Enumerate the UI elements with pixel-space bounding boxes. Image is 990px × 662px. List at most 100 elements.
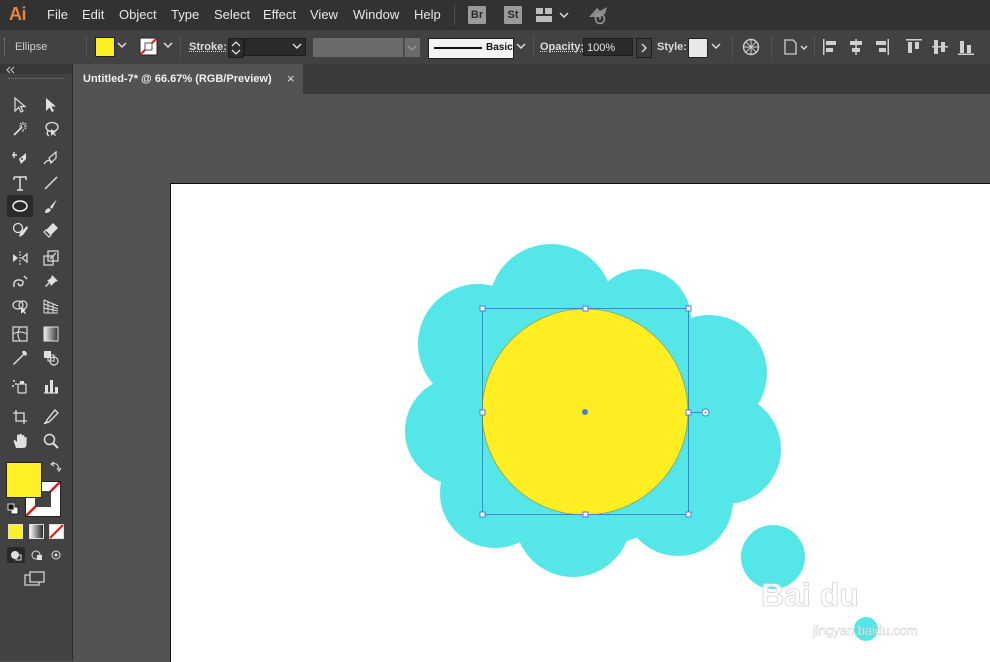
shaper-tool[interactable] <box>7 219 33 241</box>
ellipse-tool[interactable] <box>7 195 33 217</box>
pen-tool[interactable] <box>7 147 33 169</box>
style-dropdown[interactable] <box>709 37 723 57</box>
slice-tool[interactable] <box>38 406 64 428</box>
stroke-label[interactable]: Stroke: <box>189 41 227 53</box>
bridge-button[interactable]: Br <box>468 6 486 24</box>
gpu-performance-icon[interactable] <box>587 5 609 28</box>
brush-stroke-preview <box>434 47 482 49</box>
handle-bottom-center[interactable] <box>583 512 588 517</box>
gradient-mode-button[interactable] <box>29 524 44 542</box>
swap-fill-stroke-icon[interactable] <box>50 460 62 475</box>
zoom-tool[interactable] <box>38 430 64 452</box>
blend-tool[interactable] <box>38 347 64 369</box>
pie-widget-dot <box>705 412 707 414</box>
opacity-field[interactable]: 100% <box>583 38 633 56</box>
shape-builder-tool[interactable] <box>7 295 33 317</box>
watermark-text: Bai du <box>761 577 859 613</box>
handle-middle-right[interactable] <box>686 410 691 415</box>
column-graph-tool[interactable] <box>38 375 64 397</box>
draw-inside-button[interactable] <box>48 547 66 566</box>
illustrator-logo: Ai <box>9 4 26 25</box>
stroke-weight-stepper[interactable] <box>228 38 244 58</box>
brush-name: Basic <box>486 42 513 53</box>
menu-effect[interactable]: Effect <box>263 7 296 22</box>
document-tab[interactable]: Untitled-7* @ 66.67% (RGB/Preview) × <box>73 64 303 94</box>
handle-top-left[interactable] <box>480 306 485 311</box>
magic-wand-tool[interactable] <box>7 118 33 140</box>
align-top-icon[interactable] <box>905 38 923 59</box>
draw-normal-button[interactable] <box>7 547 25 563</box>
menu-help[interactable]: Help <box>414 7 441 22</box>
default-fill-stroke-icon[interactable] <box>7 503 19 518</box>
align-left-icon[interactable] <box>822 38 838 59</box>
hand-tool[interactable] <box>7 430 33 452</box>
draw-behind-button[interactable] <box>28 547 46 566</box>
stroke-weight-dropdown[interactable] <box>290 37 304 57</box>
handle-top-right[interactable] <box>686 306 691 311</box>
tools-panel-header[interactable] <box>0 64 72 74</box>
menu-select[interactable]: Select <box>214 7 250 22</box>
align-vertical-center-icon[interactable] <box>931 38 949 59</box>
eyedropper-tool[interactable] <box>7 347 33 369</box>
divider <box>533 36 534 58</box>
mesh-tool[interactable] <box>7 323 33 345</box>
selection-type-label: Ellipse <box>15 41 47 53</box>
eraser-tool[interactable] <box>38 219 64 241</box>
panel-grip[interactable] <box>4 38 8 56</box>
close-tab-icon[interactable]: × <box>287 71 295 86</box>
brush-dropdown[interactable] <box>514 37 528 57</box>
artboard[interactable]: Bai du jingyan.baidu.com <box>170 183 990 662</box>
opacity-label[interactable]: Opacity: <box>540 41 584 53</box>
center-point <box>582 409 588 415</box>
menu-object[interactable]: Object <box>119 7 157 22</box>
puppet-warp-tool[interactable] <box>38 271 64 293</box>
gradient-tool[interactable] <box>38 323 64 345</box>
perspective-grid-tool[interactable] <box>38 295 64 317</box>
profile-dropdown[interactable] <box>404 38 420 57</box>
style-label: Style: <box>657 41 687 53</box>
fill-color-swatch[interactable] <box>95 37 115 57</box>
menu-view[interactable]: View <box>310 7 338 22</box>
handle-top-center[interactable] <box>583 306 588 311</box>
workspace-layout-icon[interactable] <box>536 7 570 26</box>
menu-type[interactable]: Type <box>171 7 199 22</box>
menu-edit[interactable]: Edit <box>82 7 104 22</box>
none-mode-button[interactable] <box>49 524 64 542</box>
watermark-subtext: jingyan.baidu.com <box>812 623 918 638</box>
change-screen-mode-button[interactable] <box>24 571 48 590</box>
scale-tool[interactable] <box>38 247 64 269</box>
handle-bottom-right[interactable] <box>686 512 691 517</box>
handle-bottom-left[interactable] <box>480 512 485 517</box>
align-right-icon[interactable] <box>874 38 890 59</box>
warp-tool[interactable] <box>7 271 33 293</box>
color-mode-button[interactable] <box>8 524 23 539</box>
symbol-sprayer-tool[interactable] <box>7 375 33 397</box>
stroke-none-swatch[interactable] <box>139 37 159 60</box>
menu-bar: Ai File Edit Object Type Select Effect V… <box>0 0 990 30</box>
document-setup-icon[interactable] <box>782 38 810 59</box>
menu-file[interactable]: File <box>47 7 68 22</box>
fill-swatch[interactable] <box>6 462 42 498</box>
menu-window[interactable]: Window <box>353 7 399 22</box>
stock-button[interactable]: St <box>504 6 522 24</box>
stroke-dropdown[interactable] <box>161 36 175 56</box>
tools-grip[interactable] <box>8 78 64 83</box>
direct-selection-tool[interactable] <box>38 94 64 116</box>
variable-width-profile[interactable] <box>313 38 403 57</box>
recolor-artwork-icon[interactable] <box>742 38 760 59</box>
brush-definition-box[interactable]: Basic <box>428 38 514 59</box>
opacity-slider-button[interactable] <box>636 38 652 58</box>
lasso-tool[interactable] <box>38 118 64 140</box>
line-segment-tool[interactable] <box>38 172 64 194</box>
paintbrush-tool[interactable] <box>38 195 64 217</box>
type-tool[interactable] <box>7 172 33 194</box>
graphic-style-swatch[interactable] <box>688 38 708 58</box>
handle-middle-left[interactable] <box>480 410 485 415</box>
reflect-tool[interactable] <box>7 247 33 269</box>
curvature-tool[interactable] <box>38 147 64 169</box>
fill-dropdown[interactable] <box>115 36 129 56</box>
align-horizontal-center-icon[interactable] <box>848 38 864 59</box>
selection-tool[interactable] <box>7 94 33 116</box>
artboard-tool[interactable] <box>7 406 33 428</box>
align-bottom-icon[interactable] <box>957 38 975 59</box>
